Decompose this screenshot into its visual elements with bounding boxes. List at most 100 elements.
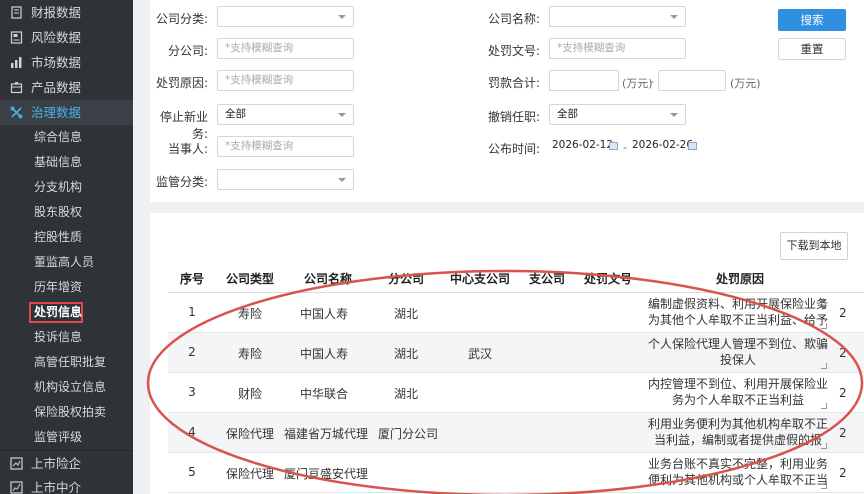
governance-icon [10, 106, 23, 119]
sidebar-item-label: 市场数据 [31, 55, 82, 70]
col-header-branch: 分公司 [387, 272, 424, 286]
row-type: 保险代理 [225, 467, 274, 481]
penalty-doc-input[interactable]: *支持模糊查询 [549, 38, 686, 59]
row-name: 中华联合 [299, 387, 348, 401]
company-name-select[interactable] [549, 6, 686, 27]
fine-min-input[interactable] [549, 70, 619, 91]
row-reason[interactable]: 业务台账不真实不完整，利用业务便利为其他机构或个人牟取不正当利益 [648, 456, 828, 490]
sidebar-item-label: 上市险企 [31, 456, 82, 471]
calendar-icon[interactable] [609, 142, 618, 150]
fine-max-unit: (万元) [730, 77, 761, 90]
date-range-separator: - [623, 141, 627, 154]
table-row[interactable]: 1 寿险 中国人寿 湖北 编制虚假资料、利用开展保险业务为其他个人牟取不正当利益… [168, 293, 864, 333]
sidebar-subitem-branches[interactable]: 分支机构 [0, 175, 133, 200]
table-row[interactable]: 5 保险代理 厦门亘盛安代理 业务台账不真实不完整，利用业务便利为其他机构或个人… [168, 453, 864, 493]
row-reason-text: 业务台账不真实不完整，利用业务便利为其他机构或个人牟取不正当利益 [648, 457, 828, 490]
sidebar-subitem-institution-setup[interactable]: 机构设立信息 [0, 375, 133, 400]
col-header-type: 公司类型 [225, 272, 274, 286]
chevron-down-icon [670, 113, 678, 117]
calendar-icon[interactable] [688, 142, 697, 150]
sidebar-subitem-regulatory-rating[interactable]: 监管评级 [0, 425, 133, 450]
search-button[interactable]: 搜索 [778, 9, 846, 31]
row-no: 5 [188, 465, 196, 479]
resize-grip-icon[interactable] [821, 403, 827, 409]
sidebar-item-risk-data[interactable]: 风险数据 [0, 25, 133, 50]
sidebar-subitem-shareholders[interactable]: 股东股权 [0, 200, 133, 225]
branch-input[interactable]: *支持模糊查询 [217, 38, 354, 59]
resize-grip-icon[interactable] [821, 483, 827, 489]
row-name: 中国人寿 [299, 307, 348, 321]
row-no: 4 [188, 425, 196, 439]
sidebar-item-label: 治理数据 [31, 105, 82, 120]
sidebar-item-market-data[interactable]: 市场数据 [0, 50, 133, 75]
sidebar-item-governance-data[interactable]: 治理数据 [0, 100, 133, 125]
row-reason-text: 利用业务便利为其他机构牟取不正当利益，编制或者提供虚假的报 [648, 417, 828, 447]
row-reason[interactable]: 编制虚假资料、利用开展保险业务为其他个人牟取不正当利益、给予 [648, 296, 828, 330]
bar-chart-icon [11, 57, 22, 68]
supervision-label: 监管分类: [155, 175, 208, 189]
penalty-reason-input[interactable]: *支持模糊查询 [217, 70, 354, 91]
sidebar-subitem-equity-auction[interactable]: 保险股权拍卖 [0, 400, 133, 425]
col-header-name: 公司名称 [303, 272, 352, 286]
party-input[interactable]: *支持模糊查询 [217, 136, 354, 157]
table-row[interactable]: 4 保险代理 福建省万城代理 厦门分公司 利用业务便利为其他机构牟取不正当利益，… [168, 413, 864, 453]
sidebar-subitem-capital-increase[interactable]: 历年增资 [0, 275, 133, 300]
chevron-down-icon [338, 15, 346, 19]
sidebar-item-listed-intermediaries[interactable]: 上市中介 [0, 475, 133, 494]
branch-label: 分公司: [167, 44, 208, 58]
row-name: 中国人寿 [299, 347, 348, 361]
fine-max-input[interactable] [658, 70, 726, 91]
penalty-doc-label: 处罚文号: [487, 44, 540, 58]
row-reason-text: 编制虚假资料、利用开展保险业务为其他个人牟取不正当利益、给予 [648, 297, 828, 327]
table-row[interactable]: 3 财险 中华联合 湖北 内控管理不到位、利用开展保险业务为个人牟取不正当利益 [168, 373, 864, 413]
company-category-label: 公司分类: [155, 12, 208, 26]
sidebar-subitem-exec-approval[interactable]: 高管任职批复 [0, 350, 133, 375]
row-reason[interactable]: 内控管理不到位、利用开展保险业务为个人牟取不正当利益 [648, 376, 828, 410]
file-icon [11, 6, 22, 19]
row-name: 福建省万城代理 [283, 427, 368, 441]
row-center: 武汉 [467, 347, 492, 361]
table-row[interactable]: 2 寿险 中国人寿 湖北 武汉 个人保险代理人管理不到位、欺骗投保人 [168, 333, 864, 373]
supervision-select[interactable] [217, 169, 354, 190]
revoke-select[interactable]: 全部 [549, 104, 686, 125]
sidebar-subitem-basic-info[interactable]: 基础信息 [0, 150, 133, 175]
sidebar-item-listed-insurers[interactable]: 上市险企 [0, 450, 133, 475]
row-branch: 湖北 [393, 347, 418, 361]
row-type: 财险 [237, 387, 262, 401]
reset-button[interactable]: 重置 [778, 38, 846, 60]
sidebar-item-financial-data[interactable]: 财报数据 [0, 0, 133, 25]
row-truncated-col: 2 [839, 306, 847, 320]
row-truncated-col: 2 [839, 346, 847, 360]
resize-grip-icon[interactable] [821, 443, 827, 449]
row-name: 厦门亘盛安代理 [283, 467, 368, 481]
sidebar-subitem-penalty-info[interactable]: 处罚信息 [0, 300, 133, 325]
sidebar-item-label: 产品数据 [31, 80, 82, 95]
row-no: 1 [188, 305, 196, 319]
chevron-down-icon [338, 113, 346, 117]
resize-grip-icon[interactable] [821, 363, 827, 369]
row-truncated-col: 2 [839, 426, 847, 440]
sidebar-subitem-holding-nature[interactable]: 控股性质 [0, 225, 133, 250]
chart-icon [10, 457, 23, 470]
row-truncated-col: 2 [839, 466, 847, 480]
company-category-select[interactable] [217, 6, 354, 27]
row-no: 2 [188, 345, 196, 359]
fine-total-label: 罚款合计: [487, 76, 540, 90]
revoke-label: 撤销任职: [487, 110, 540, 124]
sidebar-subitem-complaints[interactable]: 投诉信息 [0, 325, 133, 350]
sidebar-subitem-executives[interactable]: 董监高人员 [0, 250, 133, 275]
document-icon [10, 31, 23, 44]
row-reason[interactable]: 个人保险代理人管理不到位、欺骗投保人 [648, 336, 828, 370]
sidebar-subitem-overview[interactable]: 综合信息 [0, 125, 133, 150]
row-branch: 湖北 [393, 307, 418, 321]
row-reason[interactable]: 利用业务便利为其他机构牟取不正当利益，编制或者提供虚假的报 [648, 416, 828, 450]
resize-grip-icon[interactable] [821, 323, 827, 329]
row-type: 寿险 [237, 347, 262, 361]
party-label: 当事人: [167, 142, 208, 156]
col-header-sub: 支公司 [528, 272, 565, 286]
stop-business-label: 停止新业务: [159, 110, 208, 141]
sidebar-item-product-data[interactable]: 产品数据 [0, 75, 133, 100]
download-button[interactable]: 下载到本地 [780, 232, 848, 260]
stop-business-select[interactable]: 全部 [217, 104, 354, 125]
row-branch: 湖北 [393, 387, 418, 401]
